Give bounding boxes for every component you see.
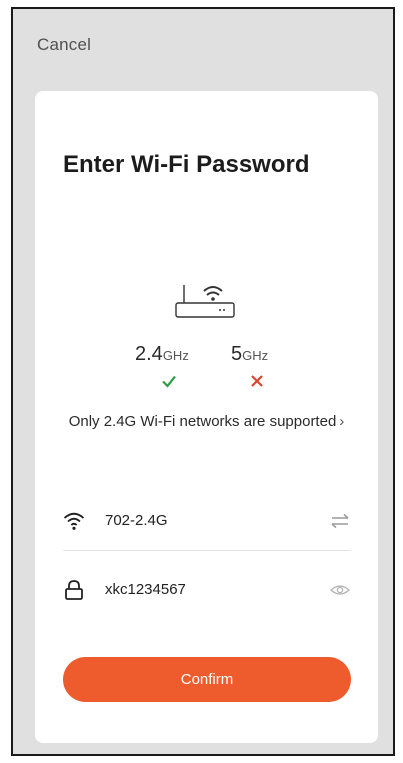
cross-icon (251, 375, 263, 387)
eye-icon[interactable] (329, 581, 351, 599)
wifi-icon (63, 512, 85, 530)
router-icon (175, 285, 235, 318)
band-24ghz-value: 2.4 (135, 343, 163, 365)
supported-networks-text: Only 2.4G Wi-Fi networks are supported (68, 413, 337, 430)
password-row (63, 572, 351, 608)
band-24ghz-unit: GHz (162, 348, 189, 363)
page-title: Enter Wi-Fi Password (63, 151, 310, 178)
wifi-network-row[interactable]: 702-2.4G (63, 503, 351, 539)
band-support-indicator: 2.4GHz 5GHz (135, 343, 285, 391)
password-input[interactable] (105, 581, 305, 598)
band-5ghz-value: 5 (231, 343, 243, 365)
check-icon (162, 375, 176, 388)
chevron-right-icon: › (339, 413, 345, 430)
swap-arrows-icon[interactable] (329, 512, 351, 530)
supported-networks-link[interactable]: Only 2.4G Wi-Fi networks are supported › (35, 413, 378, 430)
band-5ghz: 5GHz (231, 343, 268, 366)
confirm-button[interactable]: Confirm (63, 657, 351, 702)
lock-icon (65, 580, 83, 600)
divider (63, 550, 351, 551)
wifi-ssid: 702-2.4G (105, 512, 168, 529)
phone-screen: Cancel Enter Wi-Fi Password 2.4GHz 5GHz … (11, 7, 395, 756)
band-24ghz: 2.4GHz (135, 343, 189, 366)
band-5ghz-unit: GHz (242, 348, 269, 363)
cancel-button[interactable]: Cancel (37, 35, 91, 55)
wifi-password-card: Enter Wi-Fi Password 2.4GHz 5GHz Only 2.… (35, 91, 378, 743)
